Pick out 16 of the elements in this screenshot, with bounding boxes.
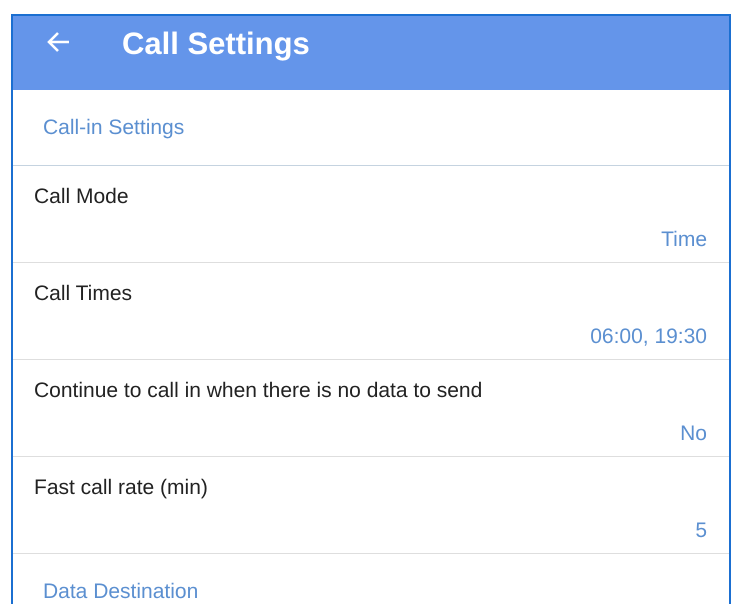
settings-row[interactable]: Call Mode Time xyxy=(13,166,729,263)
setting-label: Continue to call in when there is no data to send xyxy=(34,378,484,404)
setting-label: Call Mode xyxy=(34,184,130,210)
settings-row[interactable]: Call Times 06:00, 19:30 xyxy=(13,263,729,360)
screen-title: Call Settings xyxy=(122,25,310,63)
setting-value: Time xyxy=(661,227,707,253)
setting-value: 5 xyxy=(695,518,707,544)
setting-value: 06:00, 19:30 xyxy=(590,324,707,350)
setting-label: Call Times xyxy=(34,281,134,307)
settings-row[interactable]: Continue to call in when there is no data to send No xyxy=(13,360,729,457)
setting-label: Fast call rate (min) xyxy=(34,475,209,501)
section-title: Data Destination xyxy=(43,580,198,603)
setting-value: No xyxy=(680,421,707,447)
settings-row[interactable]: Fast call rate (min) 5 xyxy=(13,457,729,554)
back-arrow-icon xyxy=(47,31,71,53)
section-title: Call-in Settings xyxy=(43,116,184,139)
